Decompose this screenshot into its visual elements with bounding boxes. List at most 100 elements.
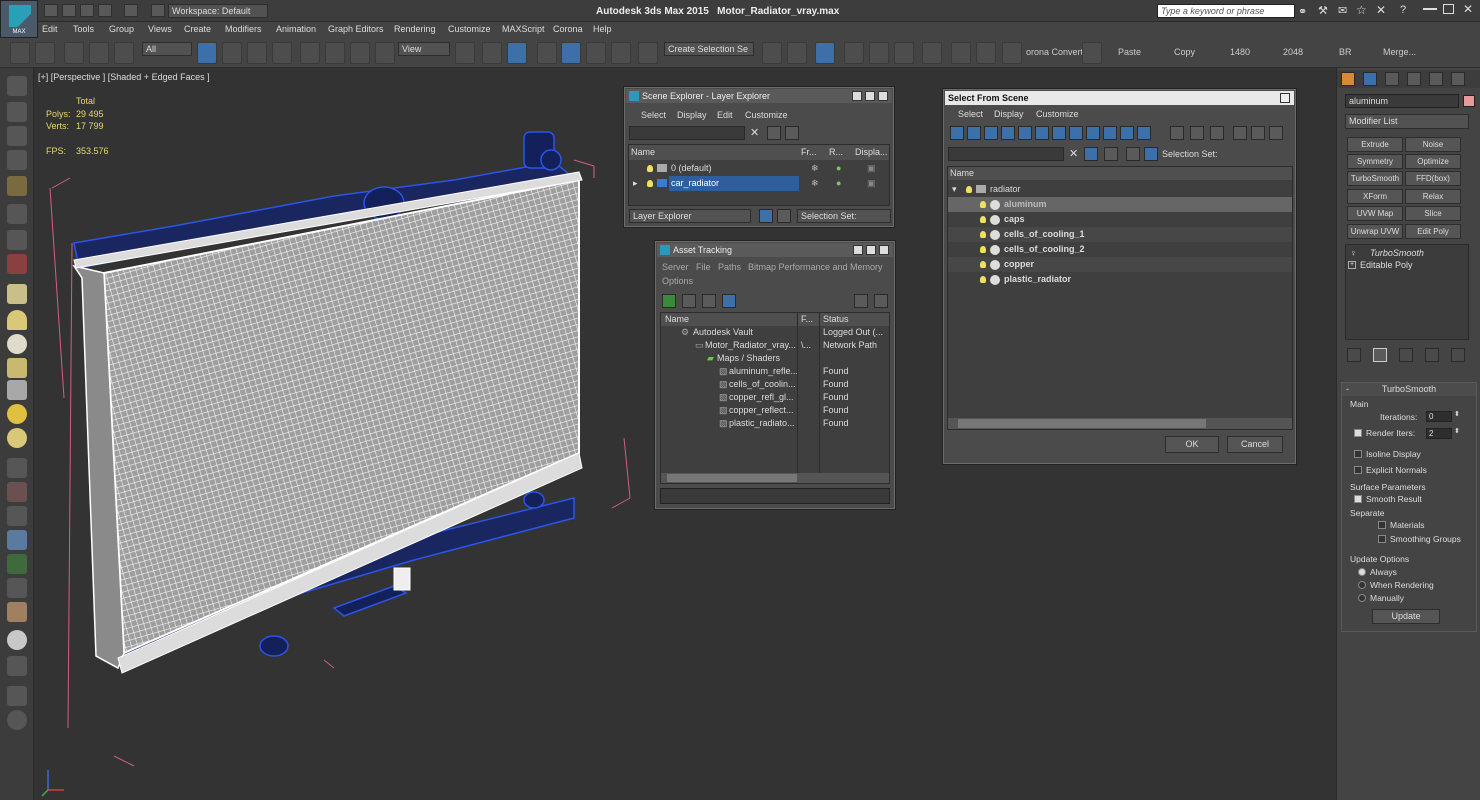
maximize-icon[interactable]: [1443, 4, 1454, 14]
create-tab-icon[interactable]: [1341, 72, 1355, 86]
menu-modifiers[interactable]: Modifiers: [225, 24, 262, 34]
explorer-type-dropdown[interactable]: Layer Explorer: [629, 209, 751, 223]
place-icon[interactable]: [375, 42, 395, 64]
unlink-icon[interactable]: [89, 42, 109, 64]
relax-button[interactable]: Relax: [1405, 189, 1461, 204]
hf-icon[interactable]: [7, 578, 27, 598]
sfs-menu-display[interactable]: Display: [994, 109, 1024, 119]
sfs-row-radiator[interactable]: ▾ radiator: [948, 182, 1292, 197]
menu-rendering[interactable]: Rendering: [394, 24, 436, 34]
close-icon[interactable]: [878, 91, 888, 101]
foliage-icon[interactable]: [7, 554, 27, 574]
menu-corona[interactable]: Corona: [553, 24, 583, 34]
select-none-icon[interactable]: [1190, 126, 1204, 140]
stack-item-turbosmooth[interactable]: ♀ TurboSmooth: [1346, 247, 1468, 259]
at-horizontal-scrollbar[interactable]: [661, 473, 889, 483]
freeze-icon[interactable]: ❄: [811, 161, 819, 176]
pin-stack-icon[interactable]: [1347, 348, 1361, 362]
maximize-icon[interactable]: [866, 245, 876, 255]
binoculars-icon[interactable]: ⚭: [1298, 5, 1310, 18]
app-logo[interactable]: MAX: [0, 0, 38, 38]
xform-button[interactable]: XForm: [1347, 189, 1403, 204]
light-bulb-icon[interactable]: [980, 246, 986, 253]
keyboard-shortcut-override-icon[interactable]: [507, 42, 527, 64]
light-bulb-icon[interactable]: [647, 165, 653, 172]
select-invert-icon[interactable]: [1210, 126, 1224, 140]
at-col-full-path[interactable]: F...: [801, 313, 813, 326]
noise-button[interactable]: Noise: [1405, 137, 1461, 152]
freeze-icon[interactable]: ❄: [811, 176, 819, 191]
at-settings-icon[interactable]: [874, 294, 888, 308]
graphite-ribbon-icon[interactable]: [869, 42, 889, 64]
se-clear-icon[interactable]: ✕: [750, 126, 759, 139]
minimize-icon[interactable]: [853, 245, 863, 255]
se-menu-edit[interactable]: Edit: [717, 110, 733, 120]
at-path-field[interactable]: [660, 488, 890, 504]
render-icon[interactable]: [7, 76, 27, 96]
ok-button[interactable]: OK: [1165, 436, 1219, 453]
new-scene-icon[interactable]: [44, 4, 58, 17]
close-icon[interactable]: ✕: [1463, 2, 1473, 16]
close-icon[interactable]: [879, 245, 889, 255]
se-layers-toggle-icon[interactable]: [759, 209, 773, 223]
select-object-icon[interactable]: [197, 42, 217, 64]
grid-icon[interactable]: [7, 150, 27, 170]
sfs-row-aluminum[interactable]: aluminum: [948, 197, 1292, 212]
iterations-spinner[interactable]: 0: [1426, 411, 1452, 422]
sphere-icon[interactable]: [7, 334, 27, 354]
maximize-icon[interactable]: [865, 91, 875, 101]
light-bulb-icon[interactable]: [980, 216, 986, 223]
sfs-row-copper[interactable]: copper: [948, 257, 1292, 272]
filter-containers-icon[interactable]: [1103, 126, 1117, 140]
at-help-icon[interactable]: [854, 294, 868, 308]
helper-icon[interactable]: [7, 204, 27, 224]
thumbnail-view-icon[interactable]: [702, 294, 716, 308]
named-selection-sets-dropdown[interactable]: Create Selection Se: [664, 42, 754, 56]
link-icon[interactable]: [64, 42, 84, 64]
toggle-scene-explorer-icon[interactable]: [815, 42, 835, 64]
sign-in-icon[interactable]: ✕: [1376, 3, 1388, 17]
menu-group[interactable]: Group: [109, 24, 134, 34]
material-editor-icon[interactable]: [951, 42, 971, 64]
at-menu-server[interactable]: Server: [662, 262, 689, 272]
display-tab-icon[interactable]: [1429, 72, 1443, 86]
render-height-button[interactable]: 2048: [1283, 47, 1303, 57]
paint-icon[interactable]: [7, 482, 27, 502]
se-row-car-radiator[interactable]: ▸ car_radiator ❄ ● ▣: [629, 176, 889, 191]
sfs-case-icon[interactable]: [1104, 147, 1118, 161]
select-all-icon[interactable]: [1170, 126, 1184, 140]
render-width-button[interactable]: 1480: [1230, 47, 1250, 57]
layer-manager-icon[interactable]: [844, 42, 864, 64]
se-menu-select[interactable]: Select: [641, 110, 666, 120]
document-icon[interactable]: [7, 126, 27, 146]
rendered-frame-icon[interactable]: [1002, 42, 1022, 64]
menu-customize[interactable]: Customize: [448, 24, 491, 34]
sfs-settings-icon[interactable]: [1269, 126, 1283, 140]
schematic-view-icon[interactable]: [922, 42, 942, 64]
scale-icon[interactable]: [350, 42, 370, 64]
cone-icon[interactable]: [7, 380, 27, 400]
collapse-minus-icon[interactable]: -: [1346, 383, 1349, 396]
light-bulb-icon[interactable]: [647, 180, 653, 187]
se-row-default[interactable]: 0 (default) ❄ ● ▣: [629, 161, 889, 176]
sfs-row-cells-1[interactable]: cells_of_cooling_1: [948, 227, 1292, 242]
expand-arrow-icon[interactable]: ▸: [633, 176, 638, 191]
filter-bones-icon[interactable]: [1086, 126, 1100, 140]
filter-options-icon[interactable]: [1251, 126, 1265, 140]
select-manipulate-icon[interactable]: [482, 42, 502, 64]
merge-button[interactable]: Merge...: [1383, 47, 1416, 57]
at-row[interactable]: ▧ aluminum_refle... Found: [661, 365, 889, 378]
refresh-icon[interactable]: [662, 294, 676, 308]
manually-radio[interactable]: [1358, 594, 1366, 602]
scene-explorer-window[interactable]: Scene Explorer - Layer Explorer Select D…: [624, 87, 894, 227]
show-end-result-icon[interactable]: [1373, 348, 1387, 362]
sfs-selection-set-label[interactable]: Selection Set:: [1162, 149, 1218, 159]
se-menu-customize[interactable]: Customize: [745, 110, 788, 120]
at-menu-paths[interactable]: Paths: [718, 262, 741, 272]
table-view-icon[interactable]: [722, 294, 736, 308]
select-from-scene-window[interactable]: Select From Scene Select Display Customi…: [943, 89, 1296, 464]
smooth-result-checkbox[interactable]: [1354, 495, 1362, 503]
rotate-icon[interactable]: [325, 42, 345, 64]
plane-icon[interactable]: [7, 284, 27, 304]
optimize-button[interactable]: Optimize: [1405, 154, 1461, 169]
